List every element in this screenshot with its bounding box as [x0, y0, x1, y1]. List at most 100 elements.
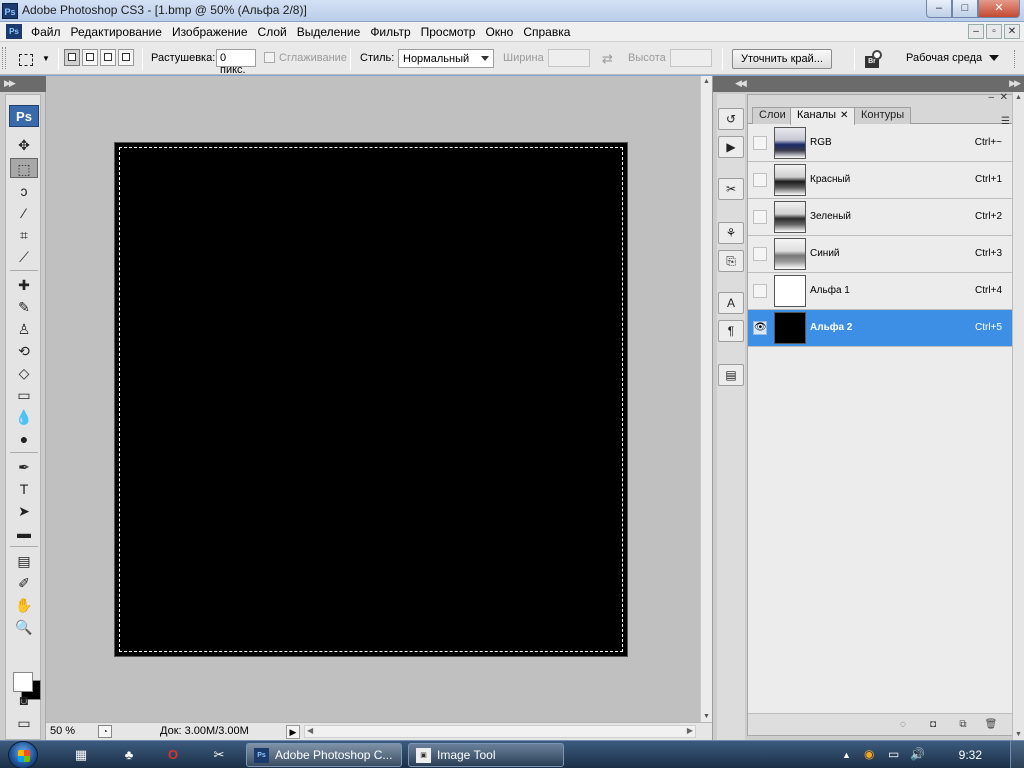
hand-tool[interactable]: ✋	[10, 595, 38, 615]
visibility-toggle[interactable]	[753, 210, 767, 224]
info-panel-icon[interactable]: ▤	[718, 364, 744, 386]
zoom-tool[interactable]: 🔍	[10, 617, 38, 637]
channel-row-blue[interactable]: Синий Ctrl+3	[748, 236, 1012, 273]
gradient-tool[interactable]: ▭	[10, 385, 38, 405]
doc-restore-button[interactable]: ▫	[986, 24, 1002, 39]
brushes-panel-icon[interactable]: ⚘	[718, 222, 744, 244]
quicklaunch-media-icon[interactable]: ▦	[72, 746, 90, 764]
taskbar-item-image-tool[interactable]: ▣ Image Tool	[408, 743, 564, 767]
new-selection-button[interactable]	[64, 49, 80, 66]
document-info[interactable]: Док: 3.00M/3.00M	[160, 725, 249, 737]
add-selection-button[interactable]	[82, 49, 98, 66]
dodge-tool[interactable]: ●	[10, 429, 38, 449]
menu-view[interactable]: Просмотр	[420, 25, 483, 39]
swap-icon[interactable]: ⇄	[602, 51, 613, 67]
type-tool[interactable]: T	[10, 479, 38, 499]
menu-filter[interactable]: Фильтр	[369, 25, 417, 39]
zoom-level[interactable]: 50 %	[50, 725, 96, 739]
magic-wand-tool[interactable]: ⁄	[10, 203, 38, 223]
photoshop-app-icon[interactable]: Ps	[2, 3, 18, 19]
scroll-down-icon[interactable]: ▼	[1015, 731, 1022, 738]
healing-brush-tool[interactable]: ✚	[10, 275, 38, 295]
channel-row-alpha-2[interactable]: 👁 Альфа 2 Ctrl+5	[748, 310, 1012, 347]
panel-titlebar[interactable]: – ✕	[748, 92, 1012, 105]
menu-window[interactable]: Окно	[484, 25, 520, 39]
paragraph-panel-icon[interactable]: ¶	[718, 320, 744, 342]
visibility-toggle[interactable]	[753, 284, 767, 298]
show-hidden-icons-icon[interactable]: ▲	[842, 750, 851, 760]
load-selection-icon[interactable]: ◌	[896, 718, 910, 731]
visibility-toggle[interactable]	[753, 173, 767, 187]
feather-input[interactable]: 0 пикс.	[216, 49, 256, 76]
trash-icon[interactable]: 🗑	[984, 718, 998, 731]
canvas-horizontal-scrollbar[interactable]: ◀ ▶	[304, 725, 696, 738]
scroll-down-icon[interactable]: ▼	[703, 713, 710, 720]
move-tool[interactable]: ✥	[10, 135, 38, 155]
tool-presets-panel-icon[interactable]: ✂	[718, 178, 744, 200]
actions-panel-icon[interactable]: ▶	[718, 136, 744, 158]
screen-mode-button[interactable]: ▭	[10, 713, 38, 733]
minimize-button[interactable]: –	[926, 0, 952, 18]
channel-row-rgb[interactable]: RGB Ctrl+~	[748, 125, 1012, 162]
rectangle-shape-tool[interactable]: ▬	[10, 523, 38, 543]
dock-header[interactable]: ◀◀ ▶▶	[713, 76, 1024, 92]
panel-minimize-icon[interactable]: –	[988, 92, 994, 103]
channel-row-alpha-1[interactable]: Альфа 1 Ctrl+4	[748, 273, 1012, 310]
tab-channels[interactable]: Каналы ✕	[790, 107, 856, 125]
rect-marquee-tool[interactable]: ⬚	[10, 158, 38, 178]
eyedropper-tool[interactable]: ✐	[10, 573, 38, 593]
tray-app-icon[interactable]: ◉	[864, 747, 874, 761]
width-input[interactable]	[548, 49, 590, 67]
tab-paths[interactable]: Контуры	[854, 107, 912, 124]
clock[interactable]: 9:32	[959, 748, 982, 762]
slice-tool[interactable]: ⟋	[10, 247, 38, 267]
status-info-icon[interactable]: ◔	[98, 725, 112, 738]
network-icon[interactable]: ▭	[888, 747, 899, 761]
quicklaunch-tool-icon[interactable]: ✂	[210, 746, 228, 764]
scroll-up-icon[interactable]: ▲	[1015, 94, 1022, 101]
options-bar-grip[interactable]	[1014, 50, 1020, 68]
lasso-tool[interactable]: ↄ	[10, 181, 38, 201]
history-brush-tool[interactable]: ⟲	[10, 341, 38, 361]
doc-close-button[interactable]: ✕	[1004, 24, 1020, 39]
clone-stamp-tool[interactable]: ♙	[10, 319, 38, 339]
maximize-button[interactable]: □	[952, 0, 978, 18]
show-desktop-button[interactable]	[1010, 741, 1024, 768]
eraser-tool[interactable]: ◇	[10, 363, 38, 383]
clone-source-panel-icon[interactable]: ⎘	[718, 250, 744, 272]
start-button[interactable]	[8, 741, 38, 768]
height-input[interactable]	[670, 49, 712, 67]
options-bar-grip[interactable]	[2, 47, 6, 69]
visibility-toggle[interactable]	[753, 247, 767, 261]
channel-row-green[interactable]: Зеленый Ctrl+2	[748, 199, 1012, 236]
eye-icon[interactable]: 👁	[753, 321, 767, 335]
subtract-selection-button[interactable]	[100, 49, 116, 66]
character-panel-icon[interactable]: A	[718, 292, 744, 314]
history-panel-icon[interactable]: ↺	[718, 108, 744, 130]
style-select[interactable]: Нормальный	[398, 49, 494, 68]
photoshop-logo[interactable]: Ps	[9, 105, 39, 127]
save-selection-icon[interactable]: ◘	[926, 718, 940, 731]
menu-help[interactable]: Справка	[522, 25, 577, 39]
close-button[interactable]: ✕	[978, 0, 1020, 18]
refine-edge-button[interactable]: Уточнить край...	[732, 49, 832, 69]
document-icon[interactable]: Ps	[6, 24, 22, 39]
workspace-menu[interactable]: Рабочая среда	[906, 52, 1000, 64]
pen-tool[interactable]: ✒	[10, 457, 38, 477]
bridge-icon[interactable]: Br	[864, 49, 886, 69]
panel-vertical-scrollbar[interactable]: ▲ ▼	[1012, 92, 1024, 740]
doc-minimize-button[interactable]: –	[968, 24, 984, 39]
close-icon[interactable]: ✕	[840, 110, 848, 121]
expand-right-icon[interactable]: ▶▶	[1009, 78, 1021, 89]
canvas-area[interactable]	[46, 76, 700, 722]
menu-file[interactable]: Файл	[30, 25, 68, 39]
scroll-right-icon[interactable]: ▶	[687, 726, 693, 735]
blur-tool[interactable]: 💧	[10, 407, 38, 427]
quick-mask-button[interactable]: ◙	[10, 690, 38, 710]
toolbox-header[interactable]: ▶▶	[0, 76, 46, 92]
channel-row-red[interactable]: Красный Ctrl+1	[748, 162, 1012, 199]
double-chevron-icon[interactable]: ▶▶	[4, 78, 16, 89]
tool-preset-picker[interactable]: ▼	[14, 48, 54, 70]
tab-layers[interactable]: Слои	[752, 107, 793, 124]
notes-tool[interactable]: ▤	[10, 551, 38, 571]
